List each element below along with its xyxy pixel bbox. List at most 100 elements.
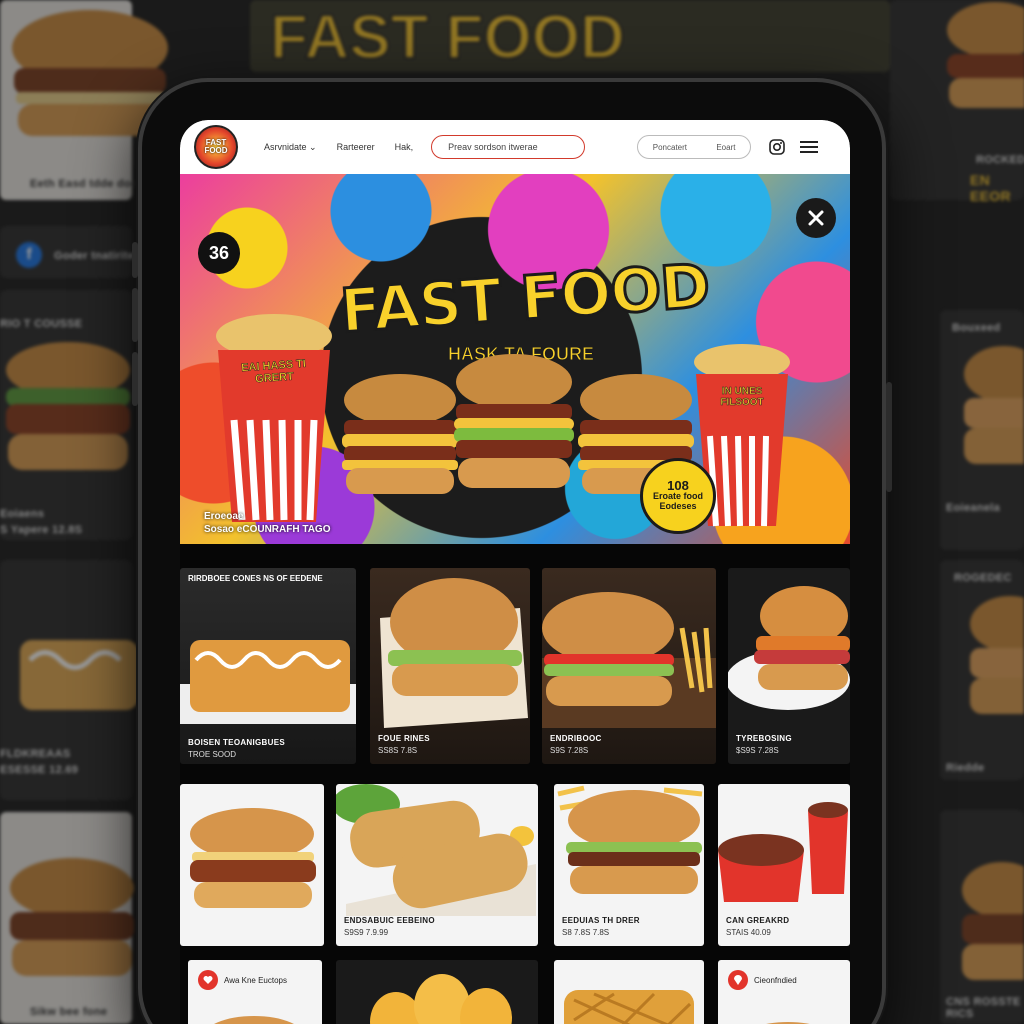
bg-burger-image bbox=[6, 342, 130, 470]
item-name: EEDUIAS TH DRER bbox=[562, 916, 640, 925]
account-pill[interactable]: Poncatert Eoart bbox=[637, 135, 752, 159]
phone-button bbox=[132, 288, 138, 342]
item-name: TYREBOSING bbox=[736, 734, 792, 743]
nav-link[interactable]: Asrvnidate ⌄ bbox=[264, 142, 317, 153]
burger-image bbox=[380, 578, 528, 728]
burger-image bbox=[728, 586, 850, 710]
menu-card[interactable]: RIRDBOEE CONES NS OF EEDENE BOISEN TEOAN… bbox=[180, 568, 356, 764]
bg-label: Eoieanela bbox=[946, 502, 1001, 514]
bg-label: RIO T COUSSE bbox=[0, 318, 83, 330]
hero-badge: 36 bbox=[198, 232, 240, 274]
bg-burger-image bbox=[970, 596, 1024, 714]
item-name: Cieonfndied bbox=[754, 975, 797, 985]
bg-label: Sikw bee fone bbox=[30, 1006, 108, 1018]
bg-label: Goder tnatirite bbox=[54, 250, 135, 262]
heart-icon bbox=[198, 970, 218, 990]
menu-card[interactable]: ENDSABUIC EEBEINO S9S9 7.9.99 bbox=[336, 784, 538, 946]
fries-cup-image bbox=[216, 314, 332, 522]
menu-card[interactable]: FOUE RINES SS8S 7.8S bbox=[370, 568, 530, 764]
bg-label: ROCKED bbox=[976, 154, 1024, 166]
cup-label: IN UNES FILSOOT bbox=[720, 386, 764, 409]
sandwich-image bbox=[180, 640, 356, 724]
chips-image bbox=[370, 974, 512, 1024]
card-header: Cieonfndied bbox=[728, 970, 797, 990]
fine-line: Eroeoae bbox=[204, 511, 244, 522]
bg-burger-image bbox=[947, 2, 1024, 108]
pill-right-label[interactable]: Eoart bbox=[716, 143, 735, 152]
item-price: SS8S 7.8S bbox=[378, 746, 418, 755]
burger-image bbox=[454, 354, 574, 488]
bg-title: FAST FOOD bbox=[269, 2, 626, 73]
item-price: $S9S 7.28S bbox=[736, 746, 779, 755]
search-placeholder: Preav sordson itwerae bbox=[448, 142, 538, 152]
item-name: Awa Kne Euctops bbox=[224, 975, 288, 985]
seal-line: 108 bbox=[667, 478, 689, 493]
burger-image bbox=[342, 374, 458, 494]
item-price: S8 7.8S 7.8S bbox=[562, 928, 610, 937]
menu-card[interactable]: TYREBOSING $S9S 7.28S bbox=[728, 568, 850, 764]
site-header: FAST FOOD Asrvnidate ⌄ Rarteerer Hak, Pr… bbox=[180, 120, 850, 174]
item-price: S9S 7.28S bbox=[550, 746, 589, 755]
bg-label: S Yapere 12.8S bbox=[0, 524, 83, 536]
bg-burger-image bbox=[964, 346, 1024, 464]
menu-card[interactable]: EEDUIAS TH DRER S8 7.8S 7.8S bbox=[554, 784, 704, 946]
burger-image bbox=[557, 785, 703, 894]
bg-label: FLDKREAAS bbox=[0, 748, 71, 760]
hamburger-menu-icon[interactable] bbox=[799, 137, 819, 157]
burger-image bbox=[766, 1022, 810, 1024]
menu-card[interactable] bbox=[554, 960, 704, 1024]
burger-image bbox=[213, 1016, 295, 1024]
nav-link[interactable]: Hak, bbox=[395, 142, 414, 152]
phone-screen: FAST FOOD Asrvnidate ⌄ Rarteerer Hak, Pr… bbox=[180, 120, 850, 1024]
nav-link[interactable]: Rarteerer bbox=[337, 142, 375, 152]
bg-label: CNS ROSSTE RICS bbox=[946, 996, 1021, 1020]
bg-label: EN EEOR bbox=[970, 172, 1011, 204]
bg-label: ESESSE 12.69 bbox=[0, 764, 79, 776]
garlic-bread-image bbox=[336, 784, 536, 916]
close-icon bbox=[808, 210, 824, 226]
facebook-icon: f bbox=[16, 242, 42, 268]
card-header: Awa Kne Euctops bbox=[198, 970, 287, 990]
bg-label: Riedde bbox=[946, 762, 985, 774]
bg-burger-image bbox=[10, 858, 134, 976]
burger-image bbox=[190, 808, 316, 908]
item-name: ENDRIBOOC bbox=[550, 734, 602, 743]
seal-line: Eodeses bbox=[659, 501, 697, 511]
item-price: S9S9 7.9.99 bbox=[344, 928, 389, 937]
fine-line: Sosao eCOUNRAFH TAGO bbox=[204, 524, 331, 535]
search-input[interactable]: Preav sordson itwerae bbox=[431, 135, 586, 159]
seal-line: Eroate food bbox=[652, 491, 703, 501]
instagram-icon[interactable] bbox=[767, 137, 787, 157]
item-price: TROE SOOD bbox=[188, 750, 237, 759]
pill-left-label[interactable]: Poncatert bbox=[653, 143, 687, 152]
menu-card[interactable]: ENDRIBOOC S9S 7.28S bbox=[542, 568, 716, 764]
phone-frame: FAST FOOD Asrvnidate ⌄ Rarteerer Hak, Pr… bbox=[132, 78, 892, 1024]
item-price: STAIS 40.09 bbox=[726, 928, 771, 937]
menu-card[interactable]: Awa Kne Euctops bbox=[188, 960, 322, 1024]
item-name: CAN GREAKRD bbox=[726, 916, 790, 925]
logo-text: FAST FOOD bbox=[204, 138, 228, 155]
hero-title: FAST FOOD bbox=[337, 250, 713, 349]
menu-card[interactable] bbox=[180, 784, 324, 946]
close-button[interactable] bbox=[796, 198, 836, 238]
hero-fine-print: Eroeoae Sosao eCOUNRAFH TAGO bbox=[204, 510, 331, 536]
menu-card[interactable]: Cieonfndied bbox=[718, 960, 850, 1024]
location-pin-icon bbox=[728, 970, 748, 990]
burger-with-fries-image bbox=[542, 592, 716, 728]
menu-card[interactable]: CAN GREAKRD STAIS 40.09 bbox=[718, 784, 850, 946]
promo-seal: 108 Eroate food Eodeses bbox=[640, 458, 716, 534]
chili-cup-image bbox=[718, 802, 848, 902]
item-name: ENDSABUIC EEBEINO bbox=[344, 916, 435, 925]
bg-label: ROGEDEC bbox=[954, 572, 1012, 584]
card-top-label: RIRDBOEE CONES NS OF EEDENE bbox=[188, 574, 323, 583]
item-name: FOUE RINES bbox=[378, 734, 430, 743]
phone-button bbox=[132, 352, 138, 406]
menu-card[interactable] bbox=[336, 960, 538, 1024]
bg-hotdog-image bbox=[20, 640, 138, 710]
bg-burger-image bbox=[962, 862, 1024, 980]
brand-logo[interactable]: FAST FOOD bbox=[194, 125, 238, 169]
phone-button bbox=[886, 382, 892, 492]
hero-banner: 36 FAST FOOD HASK TA FOURE EAI HASS TI G… bbox=[180, 174, 850, 544]
item-name: BOISEN TEOANIGBUES bbox=[188, 738, 285, 747]
phone-button bbox=[132, 242, 138, 278]
